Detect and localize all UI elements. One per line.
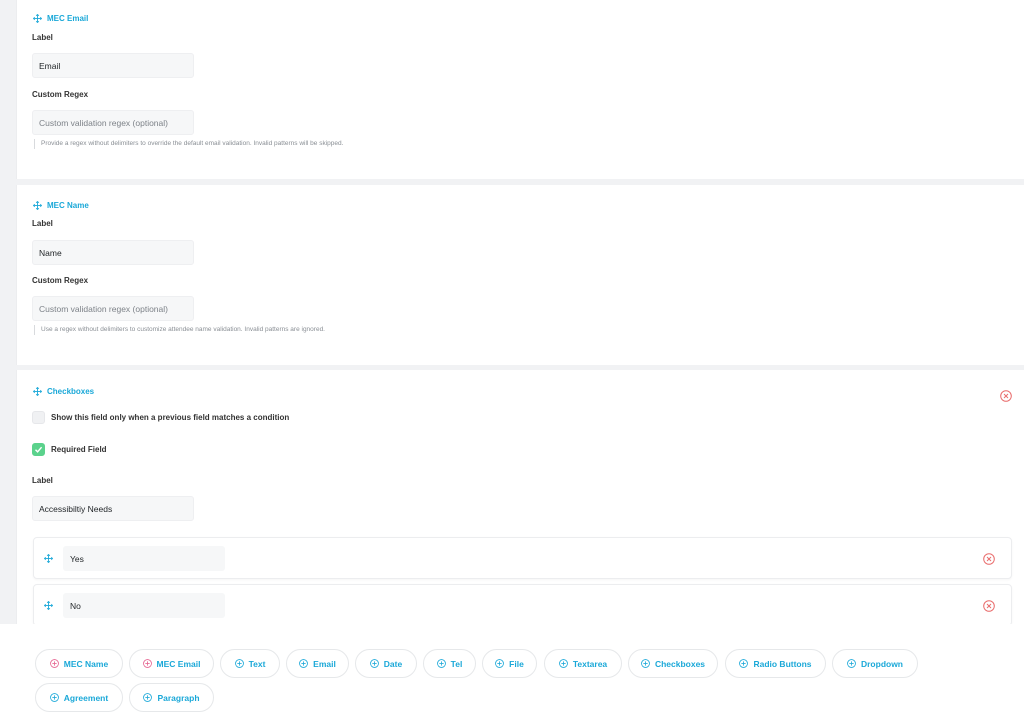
option-row: No <box>33 584 1012 626</box>
plus-circle-icon <box>847 659 856 668</box>
add-tel-button[interactable]: Tel <box>423 649 476 678</box>
regex-caption: Custom Regex <box>32 90 89 99</box>
regex-input[interactable]: Custom validation regex (optional) <box>32 110 194 135</box>
regex-hint: Use a regex without delimiters to custom… <box>34 325 325 335</box>
field-title: MEC Email <box>47 14 89 23</box>
button-label: Checkboxes <box>654 658 706 669</box>
button-label: Dropdown <box>860 658 904 669</box>
add-mec-name-button[interactable]: MEC Name <box>35 649 123 678</box>
add-radio-buttons-button[interactable]: Radio Buttons <box>725 649 826 678</box>
checkboxes-field-header[interactable]: Checkboxes <box>33 387 94 396</box>
field-title: Checkboxes <box>47 387 95 396</box>
label-input[interactable]: Accessibiltiy Needs <box>32 496 194 521</box>
required-checkbox[interactable] <box>32 443 45 456</box>
add-dropdown-button[interactable]: Dropdown <box>832 649 918 678</box>
plus-circle-icon <box>739 659 749 668</box>
regex-caption: Custom Regex <box>32 276 89 285</box>
plus-circle-icon <box>143 693 153 702</box>
option-input[interactable]: Yes <box>63 546 225 571</box>
condition-toggle[interactable]: Show this field only when a previous fie… <box>32 411 289 424</box>
add-textarea-button[interactable]: Textarea <box>544 649 622 678</box>
plus-circle-icon <box>299 659 309 668</box>
move-icon[interactable] <box>33 387 42 396</box>
button-label: Tel <box>450 658 463 669</box>
move-icon[interactable] <box>44 601 53 610</box>
add-file-button[interactable]: File <box>482 649 537 678</box>
button-label: MEC Name <box>63 658 109 669</box>
button-label: Text <box>248 658 266 669</box>
plus-circle-icon <box>436 659 446 668</box>
mec-email-field-header[interactable]: MEC Email <box>33 14 88 23</box>
add-field-buttons: MEC Name MEC Email Text Email Date Tel F… <box>0 624 1024 714</box>
add-date-button[interactable]: Date <box>355 649 417 678</box>
plus-circle-icon <box>49 659 59 668</box>
move-icon[interactable] <box>33 201 42 210</box>
required-toggle[interactable]: Required Field <box>32 443 107 456</box>
add-paragraph-button[interactable]: Paragraph <box>129 683 214 712</box>
plus-circle-icon <box>495 659 505 668</box>
condition-label: Show this field only when a previous fie… <box>51 413 290 422</box>
add-agreement-button[interactable]: Agreement <box>35 683 123 712</box>
plus-circle-icon <box>142 659 152 668</box>
regex-input[interactable]: Custom validation regex (optional) <box>32 296 194 321</box>
mec-name-field-panel: MEC Name Label Name Custom Regex Custom … <box>16 185 1024 365</box>
plus-circle-icon <box>641 659 650 668</box>
field-title: MEC Name <box>47 201 89 210</box>
add-checkboxes-button[interactable]: Checkboxes <box>628 649 718 678</box>
label-input[interactable]: Name <box>32 240 194 265</box>
button-label: Paragraph <box>157 692 200 703</box>
move-icon[interactable] <box>33 14 42 23</box>
add-email-button[interactable]: Email <box>286 649 349 678</box>
mec-name-field-header[interactable]: MEC Name <box>33 201 89 210</box>
plus-circle-icon <box>49 693 59 702</box>
regex-hint: Provide a regex without delimiters to ov… <box>34 139 343 149</box>
button-label: File <box>509 658 524 669</box>
checkmark-icon <box>35 446 43 453</box>
label-caption: Label <box>32 476 53 485</box>
option-input[interactable]: No <box>63 593 225 618</box>
mec-email-field-panel: MEC Email Label Email Custom Regex Custo… <box>16 0 1024 179</box>
plus-circle-icon <box>369 659 379 668</box>
button-label: Date <box>383 658 403 669</box>
remove-field-icon[interactable] <box>1000 390 1012 402</box>
button-label: Agreement <box>63 692 109 703</box>
button-label: Radio Buttons <box>753 658 812 669</box>
button-label: Textarea <box>572 658 608 669</box>
plus-circle-icon <box>234 659 244 668</box>
condition-checkbox[interactable] <box>32 411 45 424</box>
remove-option-icon[interactable] <box>983 600 995 612</box>
move-icon[interactable] <box>44 554 53 563</box>
label-caption: Label <box>32 33 53 42</box>
label-caption: Label <box>32 219 53 228</box>
add-mec-email-button[interactable]: MEC Email <box>129 649 214 678</box>
button-label: Email <box>313 658 336 669</box>
required-label: Required Field <box>51 445 107 454</box>
add-text-button[interactable]: Text <box>220 649 280 678</box>
label-input[interactable]: Email <box>32 53 194 78</box>
option-row: Yes <box>33 537 1012 579</box>
remove-option-icon[interactable] <box>983 553 995 565</box>
plus-circle-icon <box>558 659 568 668</box>
button-label: MEC Email <box>156 658 201 669</box>
